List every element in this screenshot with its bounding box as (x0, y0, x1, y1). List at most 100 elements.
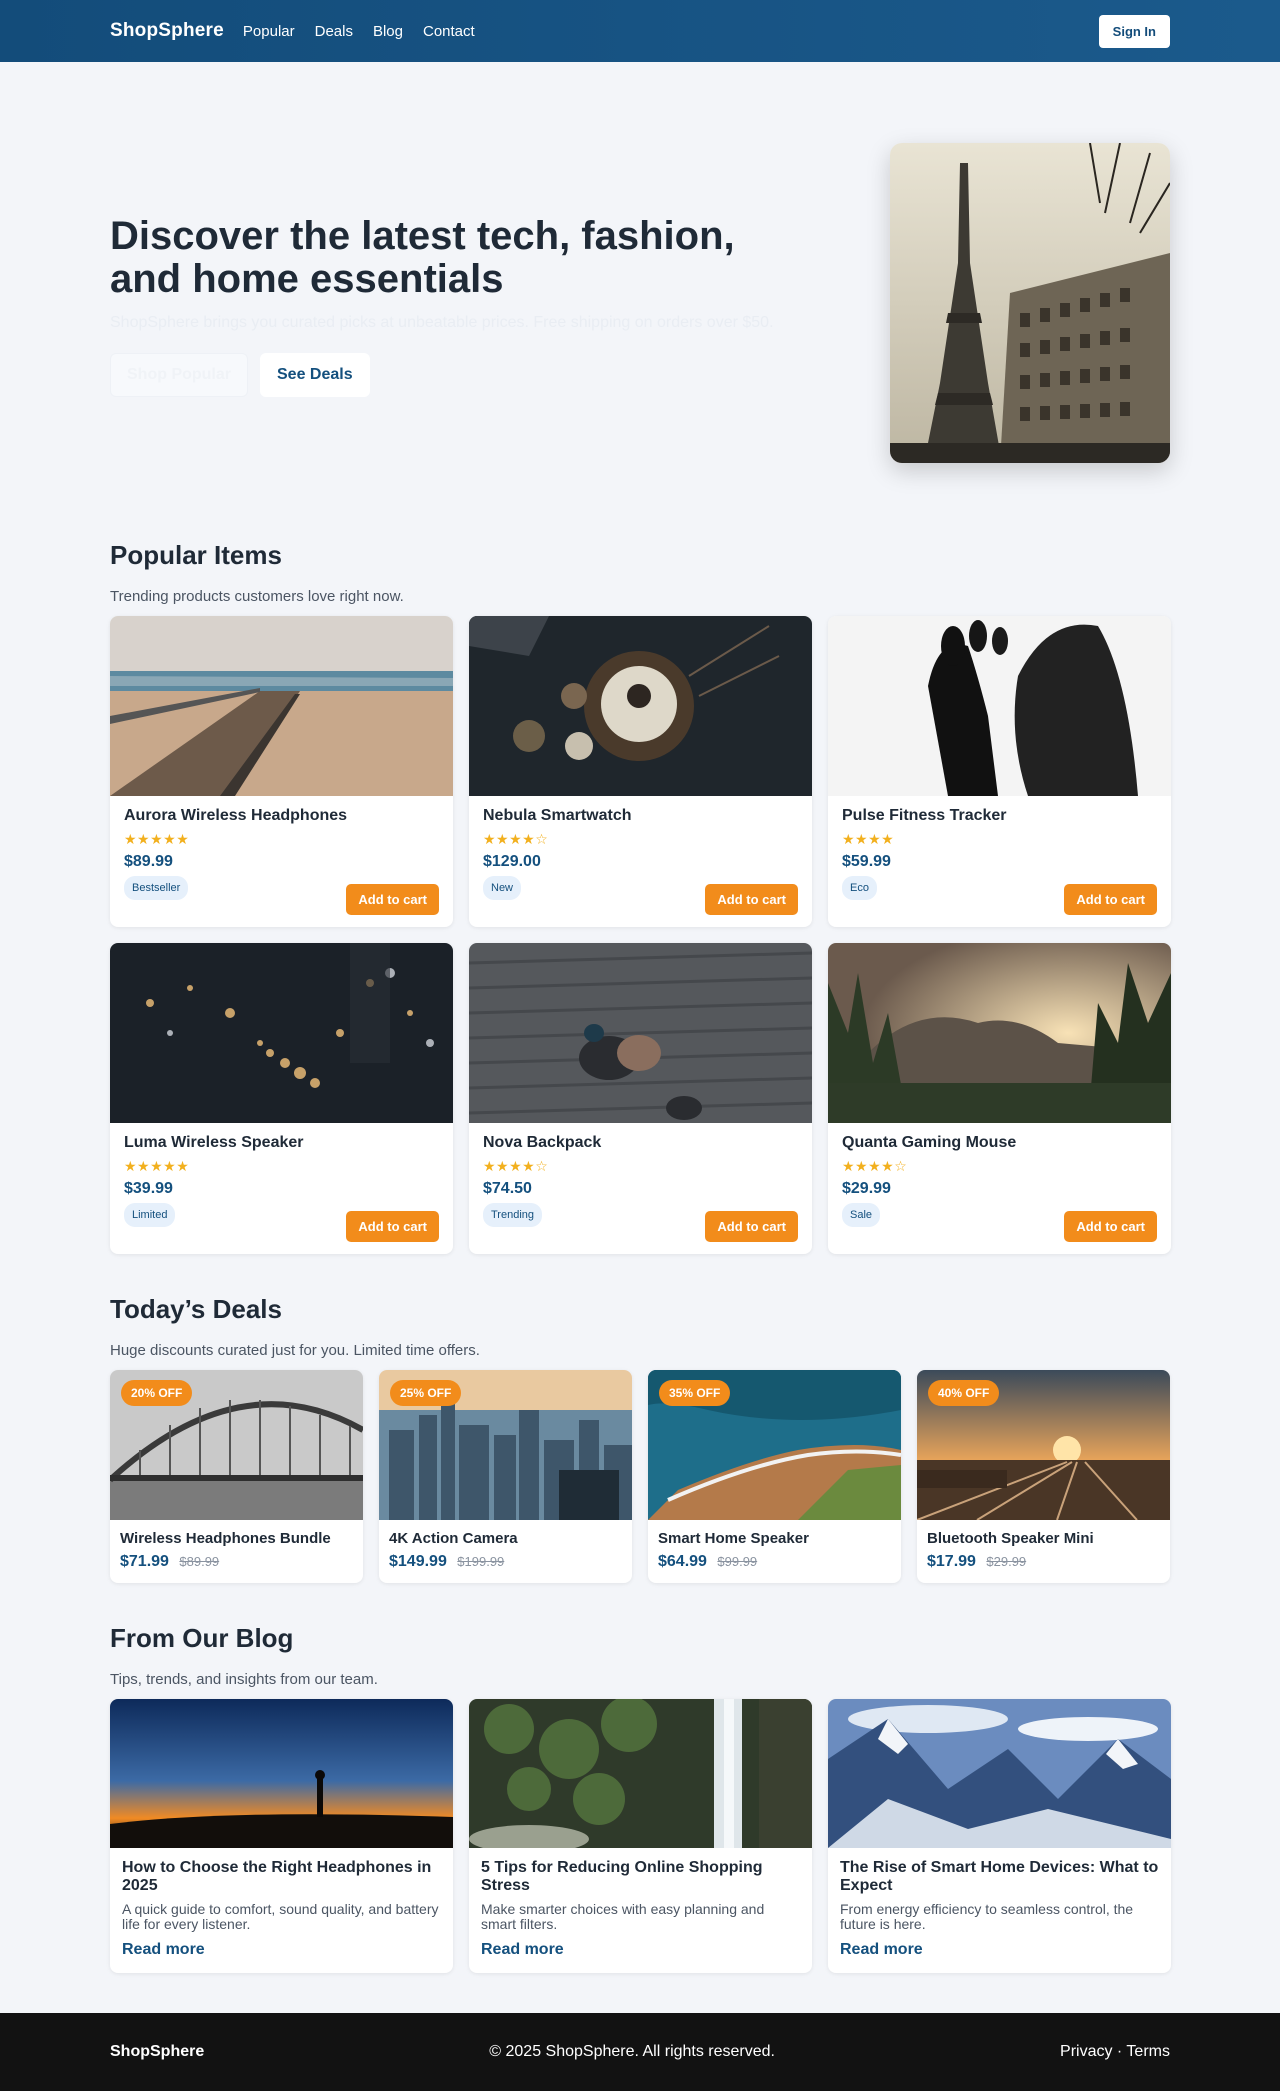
terms-link[interactable]: Terms (1126, 2043, 1170, 2060)
deal-price: $71.99 (120, 1553, 169, 1570)
deal-card: 40% OFF Bluetooth Speaker Mini $17.99 $2… (917, 1370, 1170, 1583)
product-price: $39.99 (124, 1180, 173, 1197)
product-price: $89.99 (124, 853, 173, 870)
deal-body: Wireless Headphones Bundle $71.99 $89.99 (110, 1520, 363, 1583)
shop-popular-button[interactable]: Shop Popular (110, 352, 248, 397)
product-body: Quanta Gaming Mouse ★★★★☆ $29.99 Sale Ad… (828, 1123, 1171, 1254)
product-image-people-deck[interactable] (469, 943, 812, 1123)
product-card: Luma Wireless Speaker ★★★★★ $39.99 Limit… (110, 943, 453, 1254)
blog-section: From Our Blog Tips, trends, and insights… (110, 1623, 1171, 1973)
blog-post-title[interactable]: The Rise of Smart Home Devices: What to … (840, 1859, 1159, 1896)
blog-title: From Our Blog (110, 1623, 294, 1653)
blog-body: How to Choose the Right Headphones in 20… (110, 1848, 453, 1973)
deal-name[interactable]: Smart Home Speaker (658, 1530, 891, 1547)
deal-body: Bluetooth Speaker Mini $17.99 $29.99 (917, 1520, 1170, 1583)
popular-title: Popular Items (110, 540, 282, 570)
blog-image-silhouette-sunset[interactable] (110, 1699, 453, 1848)
product-badge: Bestseller (124, 876, 189, 900)
star-rating: ★★★★☆ (483, 1158, 549, 1174)
deal-body: Smart Home Speaker $64.99 $99.99 (648, 1520, 901, 1583)
read-more-link[interactable]: Read more (122, 1941, 205, 1959)
popular-section: Popular Items Trending products customer… (110, 540, 1171, 1254)
deals-section: Today’s Deals Huge discounts curated jus… (110, 1294, 1170, 1583)
product-price: $74.50 (483, 1180, 532, 1197)
add-to-cart-button[interactable]: Add to cart (1064, 1211, 1157, 1242)
blog-body: 5 Tips for Reducing Online Shopping Stre… (469, 1848, 812, 1973)
add-to-cart-button[interactable]: Add to cart (346, 1211, 439, 1242)
blog-image-snowy-mountains[interactable] (828, 1699, 1171, 1848)
deals-grid: 20% OFF Wireless Headphones Bundle $71.9… (110, 1370, 1170, 1583)
product-image-city-night[interactable] (110, 943, 453, 1123)
privacy-link[interactable]: Privacy (1060, 2043, 1112, 2060)
deal-price: $64.99 (658, 1553, 707, 1570)
add-to-cart-button[interactable]: Add to cart (346, 884, 439, 915)
product-image-table-food[interactable] (469, 616, 812, 796)
blog-subtitle: Tips, trends, and insights from our team… (110, 1671, 378, 1688)
deal-name[interactable]: Bluetooth Speaker Mini (927, 1530, 1160, 1547)
discount-badge: 25% OFF (390, 1380, 462, 1406)
product-name[interactable]: Pulse Fitness Tracker (842, 807, 1157, 825)
product-body: Nova Backpack ★★★★☆ $74.50 Trending Add … (469, 1123, 812, 1254)
deal-name[interactable]: 4K Action Camera (389, 1530, 622, 1547)
sign-in-button[interactable]: Sign In (1098, 14, 1170, 48)
product-name[interactable]: Aurora Wireless Headphones (124, 807, 439, 825)
deal-image-bridge[interactable]: 20% OFF (110, 1370, 363, 1520)
deal-original-price: $199.99 (457, 1554, 505, 1569)
deal-card: 35% OFF Smart Home Speaker $64.99 $99.99 (648, 1370, 901, 1583)
deal-card: 25% OFF 4K Action Camera $149.99 $199.99 (379, 1370, 632, 1583)
nav-link-deals[interactable]: Deals (315, 23, 353, 40)
add-to-cart-button[interactable]: Add to cart (705, 1211, 798, 1242)
blog-post-title[interactable]: How to Choose the Right Headphones in 20… (122, 1859, 441, 1896)
deal-image-railway-sunset[interactable]: 40% OFF (917, 1370, 1170, 1520)
product-image-pier[interactable] (110, 616, 453, 796)
product-price: $129.00 (483, 853, 541, 870)
product-name[interactable]: Nebula Smartwatch (483, 807, 798, 825)
nav-link-contact[interactable]: Contact (423, 23, 475, 40)
footer-brand: ShopSphere (110, 2043, 205, 2060)
hero-image-eiffel-tower (890, 143, 1170, 463)
add-to-cart-button[interactable]: Add to cart (1064, 884, 1157, 915)
nav-link-popular[interactable]: Popular (243, 23, 295, 40)
product-name[interactable]: Quanta Gaming Mouse (842, 1134, 1157, 1152)
product-badge: Limited (124, 1203, 176, 1227)
deal-image-city-skyline[interactable]: 25% OFF (379, 1370, 632, 1520)
star-rating: ★★★★☆ (483, 831, 549, 847)
product-card: Nebula Smartwatch ★★★★☆ $129.00 New Add … (469, 616, 812, 927)
deal-prices: $17.99 $29.99 (927, 1553, 1160, 1571)
nav-link-blog[interactable]: Blog (373, 23, 403, 40)
star-rating: ★★★★★ (124, 1158, 190, 1174)
blog-post-title[interactable]: 5 Tips for Reducing Online Shopping Stre… (481, 1859, 800, 1896)
product-image-feet-silhouette[interactable] (828, 616, 1171, 796)
read-more-link[interactable]: Read more (840, 1941, 923, 1959)
hero-section: Discover the latest tech, fashion, and h… (0, 62, 1280, 540)
blog-excerpt: From energy efficiency to seamless contr… (840, 1900, 1134, 1933)
deals-subtitle: Huge discounts curated just for you. Lim… (110, 1342, 480, 1359)
product-card: Pulse Fitness Tracker ★★★★ $59.99 Eco Ad… (828, 616, 1171, 927)
product-card: Aurora Wireless Headphones ★★★★★ $89.99 … (110, 616, 453, 927)
product-card: Nova Backpack ★★★★☆ $74.50 Trending Add … (469, 943, 812, 1254)
product-name[interactable]: Luma Wireless Speaker (124, 1134, 439, 1152)
deal-name[interactable]: Wireless Headphones Bundle (120, 1530, 353, 1547)
deal-original-price: $89.99 (179, 1554, 220, 1569)
brand-logo[interactable]: ShopSphere (110, 20, 224, 42)
product-name[interactable]: Nova Backpack (483, 1134, 798, 1152)
star-rating: ★★★★ (842, 831, 895, 847)
footer-copyright: © 2025 ShopSphere. All rights reserved. (489, 2043, 775, 2060)
blog-card: The Rise of Smart Home Devices: What to … (828, 1699, 1171, 1973)
product-body: Nebula Smartwatch ★★★★☆ $129.00 New Add … (469, 796, 812, 927)
see-deals-button[interactable]: See Deals (260, 352, 370, 397)
hero-subtitle: ShopSphere brings you curated picks at u… (110, 313, 774, 331)
hero-ctas: Shop Popular See Deals (110, 352, 810, 397)
deal-image-coastline[interactable]: 35% OFF (648, 1370, 901, 1520)
footer-separator: · (1112, 2043, 1127, 2060)
deal-card: 20% OFF Wireless Headphones Bundle $71.9… (110, 1370, 363, 1583)
blog-image-waterfall[interactable] (469, 1699, 812, 1848)
product-image-mountain-sunset[interactable] (828, 943, 1171, 1123)
popular-subtitle: Trending products customers love right n… (110, 588, 404, 605)
read-more-link[interactable]: Read more (481, 1941, 564, 1959)
add-to-cart-button[interactable]: Add to cart (705, 884, 798, 915)
blog-grid: How to Choose the Right Headphones in 20… (110, 1699, 1171, 1973)
product-card: Quanta Gaming Mouse ★★★★☆ $29.99 Sale Ad… (828, 943, 1171, 1254)
product-body: Luma Wireless Speaker ★★★★★ $39.99 Limit… (110, 1123, 453, 1254)
deal-prices: $64.99 $99.99 (658, 1553, 891, 1571)
